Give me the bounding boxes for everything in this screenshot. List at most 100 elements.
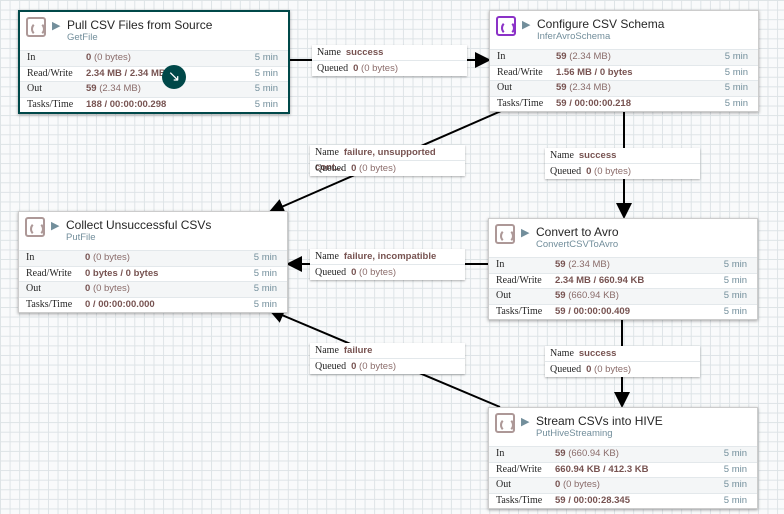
connection-label[interactable]: Name success Queued 0 (0 bytes)	[545, 148, 700, 179]
stat-count: 0 / 00:00:00.000	[85, 298, 155, 310]
name-label: Name	[315, 345, 339, 356]
stat-row: Out 0 (0 bytes) 5 min	[19, 281, 287, 297]
stat-row: Read/Write 0 bytes / 0 bytes 5 min	[19, 265, 287, 282]
queued-count: 0	[351, 267, 357, 278]
stat-row: In 59 (2.34 MB) 5 min	[489, 257, 757, 273]
connection-queued-row: Queued 0 (0 bytes)	[310, 160, 465, 176]
queued-label: Queued	[315, 361, 347, 372]
stat-value: 59 (2.34 MB)	[86, 82, 141, 96]
name-label: Name	[317, 47, 341, 58]
stat-value: 59 / 00:00:00.218	[556, 97, 631, 111]
stat-window: 5 min	[723, 274, 747, 286]
queued-count: 0	[351, 163, 357, 174]
processor-name: Configure CSV Schema	[537, 17, 665, 31]
name-label: Name	[315, 251, 339, 262]
stopped-play-icon[interactable]: ▶	[52, 19, 60, 32]
stopped-play-icon[interactable]: ▶	[521, 415, 529, 428]
stat-row: In 59 (660.94 KB) 5 min	[489, 446, 757, 462]
processor-icon	[26, 17, 46, 37]
stat-window: 5 min	[724, 51, 748, 62]
processor-icon	[25, 217, 45, 237]
processor-convert-avro[interactable]: ▶ Convert to Avro ConvertCSVToAvro In 59…	[488, 218, 758, 320]
stat-label: Out	[496, 479, 511, 490]
processor-icon	[495, 413, 515, 433]
processor-pull-csv[interactable]: ▶ Pull CSV Files from Source GetFile In …	[18, 10, 290, 114]
connection-label[interactable]: Name failure, incompatible Queued 0 (0 byt…	[310, 249, 465, 280]
stat-count: 660.94 KB / 412.3 KB	[555, 463, 649, 475]
stat-label: Out	[27, 83, 42, 94]
stat-value: 0 / 00:00:00.000	[85, 298, 155, 312]
stat-count: 59	[555, 448, 566, 459]
stat-window: 5 min	[254, 98, 278, 110]
relationship-name: success	[578, 150, 617, 161]
queued-label: Queued	[550, 166, 582, 177]
stat-label: Out	[496, 290, 511, 301]
connection-label[interactable]: Name failure, unsupported cont... Queued 0…	[310, 145, 465, 176]
relationship-name: success	[578, 348, 617, 359]
stat-size: (2.34 MB)	[568, 259, 610, 270]
processor-icon	[496, 16, 516, 36]
stat-label: Tasks/Time	[26, 298, 73, 310]
connection-label[interactable]: Name failure Queued 0 (0 bytes)	[310, 343, 465, 374]
processor-icon	[495, 224, 515, 244]
name-label: Name	[315, 147, 339, 158]
stat-label: In	[496, 259, 505, 270]
stat-window: 5 min	[723, 463, 747, 475]
connection-queued-row: Queued 0 (0 bytes)	[310, 358, 465, 374]
processor-name: Collect Unsuccessful CSVs	[66, 218, 212, 232]
queued-label: Queued	[317, 63, 349, 74]
connection-queued-row: Queued 0 (0 bytes)	[545, 361, 700, 377]
stat-window: 5 min	[724, 97, 748, 109]
stat-row: In 59 (2.34 MB) 5 min	[490, 49, 758, 65]
stat-label: Read/Write	[497, 66, 543, 78]
stat-row: Out 59 (660.94 KB) 5 min	[489, 288, 757, 304]
stat-label: Read/Write	[496, 463, 542, 475]
stat-count: 2.34 MB / 660.94 KB	[555, 274, 645, 286]
stat-count: 1.56 MB / 0 bytes	[556, 66, 633, 78]
stat-window: 5 min	[723, 259, 747, 270]
queued-label: Queued	[550, 364, 582, 375]
stat-size: (660.94 KB)	[568, 290, 619, 301]
queued-label: Queued	[315, 267, 347, 278]
stat-count: 2.34 MB / 2.34 MB	[86, 67, 166, 79]
processor-configure-schema[interactable]: ▶ Configure CSV Schema InferAvroSchema I…	[489, 10, 759, 112]
stat-value: 0 bytes / 0 bytes	[85, 267, 158, 281]
relationship-name: failure, incompatible	[343, 251, 437, 262]
stopped-play-icon[interactable]: ▶	[521, 226, 529, 239]
connection-label[interactable]: Name success Queued 0 (0 bytes)	[312, 45, 467, 76]
stat-row: Out 59 (2.34 MB) 5 min	[490, 80, 758, 96]
queued-size: (0 bytes)	[359, 163, 397, 174]
stat-window: 5 min	[723, 305, 747, 317]
stat-size: (660.94 KB)	[568, 448, 619, 459]
stat-window: 5 min	[723, 494, 747, 506]
connection-name-row: Name success	[312, 45, 467, 60]
stat-label: In	[26, 252, 35, 263]
connection-queued-row: Queued 0 (0 bytes)	[310, 264, 465, 280]
stopped-play-icon[interactable]: ▶	[51, 219, 59, 232]
name-label: Name	[550, 348, 574, 359]
stat-value: 59 (660.94 KB)	[555, 289, 619, 303]
queued-count: 0	[351, 361, 357, 372]
connection-name-row: Name failure, unsupported cont...	[310, 145, 465, 173]
stopped-play-icon[interactable]: ▶	[522, 18, 530, 31]
stat-row: In 0 (0 bytes) 5 min	[20, 50, 288, 66]
processor-stream-hive[interactable]: ▶ Stream CSVs into HIVE PutHiveStreaming…	[488, 407, 758, 509]
queued-count: 0	[586, 364, 592, 375]
stat-count: 59	[555, 259, 566, 270]
relationship-name: success	[345, 47, 384, 58]
stat-label: In	[496, 448, 505, 459]
processor-collect-unsuccessful[interactable]: ▶ Collect Unsuccessful CSVs PutFile In 0…	[18, 211, 288, 313]
stat-value: 0 (0 bytes)	[85, 282, 130, 296]
relationship-name: failure	[343, 345, 373, 356]
stat-count: 0	[85, 283, 91, 294]
stat-row: Read/Write 2.34 MB / 660.94 KB 5 min	[489, 272, 757, 289]
stat-label: Tasks/Time	[27, 98, 74, 110]
queued-size: (0 bytes)	[594, 364, 632, 375]
stat-label: Out	[497, 82, 512, 93]
stat-label: Out	[26, 283, 41, 294]
processor-header: ▶ Configure CSV Schema InferAvroSchema	[490, 11, 758, 49]
connection-label[interactable]: Name success Queued 0 (0 bytes)	[545, 346, 700, 377]
stat-value: 59 (2.34 MB)	[556, 50, 611, 64]
stat-label: In	[27, 52, 36, 63]
connection-name-row: Name success	[545, 148, 700, 163]
